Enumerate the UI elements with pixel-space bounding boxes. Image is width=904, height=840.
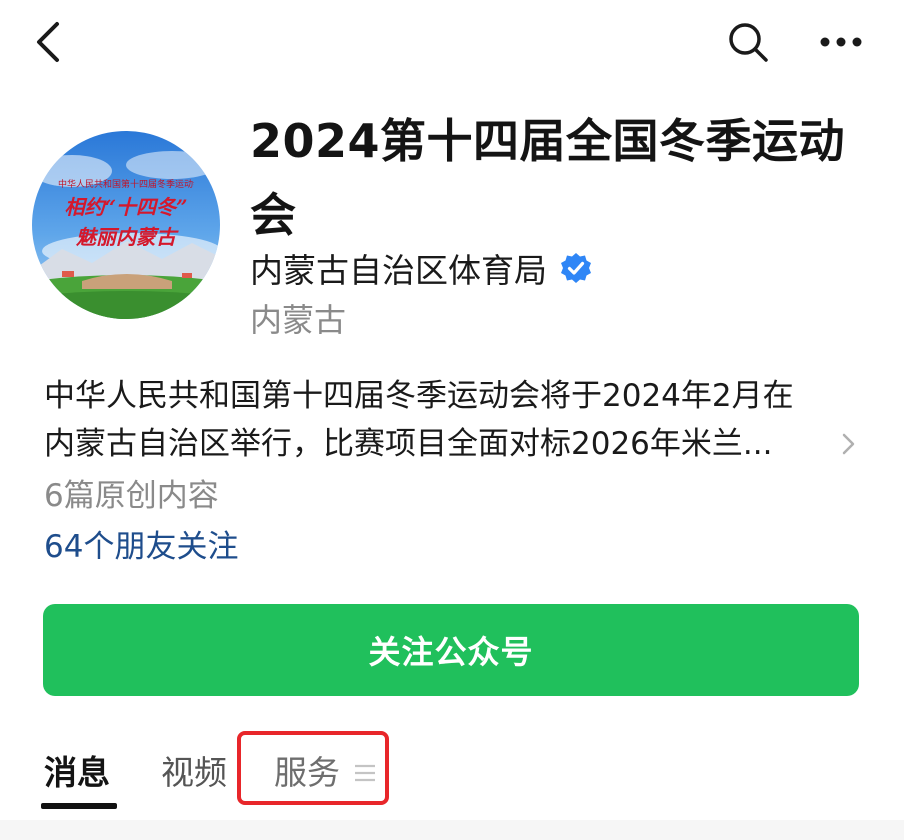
tab-services[interactable]: 服务 — [274, 748, 376, 798]
content-divider — [0, 820, 904, 840]
account-avatar[interactable]: 中华人民共和国第十四届冬季运动会 相约“十四冬” 魅丽内蒙古 — [32, 131, 220, 319]
tab-messages[interactable]: 消息 — [44, 748, 110, 798]
menu-lines-icon — [355, 764, 375, 782]
chevron-right-icon — [842, 433, 855, 455]
tab-services-label: 服务 — [274, 753, 340, 792]
description-line-2: 内蒙古自治区举行，比赛项目全面对标2026年米兰... — [44, 426, 773, 462]
org-name: 内蒙古自治区体育局 — [250, 251, 547, 290]
tab-selected-indicator — [41, 803, 117, 809]
search-icon — [729, 23, 768, 62]
chevron-left-icon — [37, 22, 59, 62]
avatar-caption-line1: 中华人民共和国第十四届冬季运动会 — [58, 180, 194, 190]
search-button[interactable] — [718, 12, 778, 72]
avatar-caption-line3: 魅丽内蒙古 — [76, 225, 176, 249]
account-region: 内蒙古 — [250, 301, 347, 339]
avatar-caption-line2: 相约“十四冬” — [64, 195, 188, 219]
back-button[interactable] — [20, 14, 76, 70]
tab-videos[interactable]: 视频 — [161, 748, 227, 798]
follow-account-button[interactable]: 关注公众号 — [43, 604, 859, 696]
article-count: 6篇原创内容 — [44, 478, 219, 514]
more-options-button[interactable] — [808, 12, 874, 72]
friends-follow-link[interactable]: 64个朋友关注 — [44, 525, 238, 569]
org-row[interactable]: 内蒙古自治区体育局 — [250, 243, 593, 293]
account-description[interactable]: 中华人民共和国第十四届冬季运动会将于2024年2月在 内蒙古自治区举行，比赛项目… — [44, 372, 864, 468]
account-title: 2024第十四届全国冬季运动会 — [250, 114, 846, 242]
description-line-1: 中华人民共和国第十四届冬季运动会将于2024年2月在 — [44, 378, 794, 414]
more-dots-icon — [820, 37, 862, 47]
verified-badge-icon — [561, 253, 591, 283]
